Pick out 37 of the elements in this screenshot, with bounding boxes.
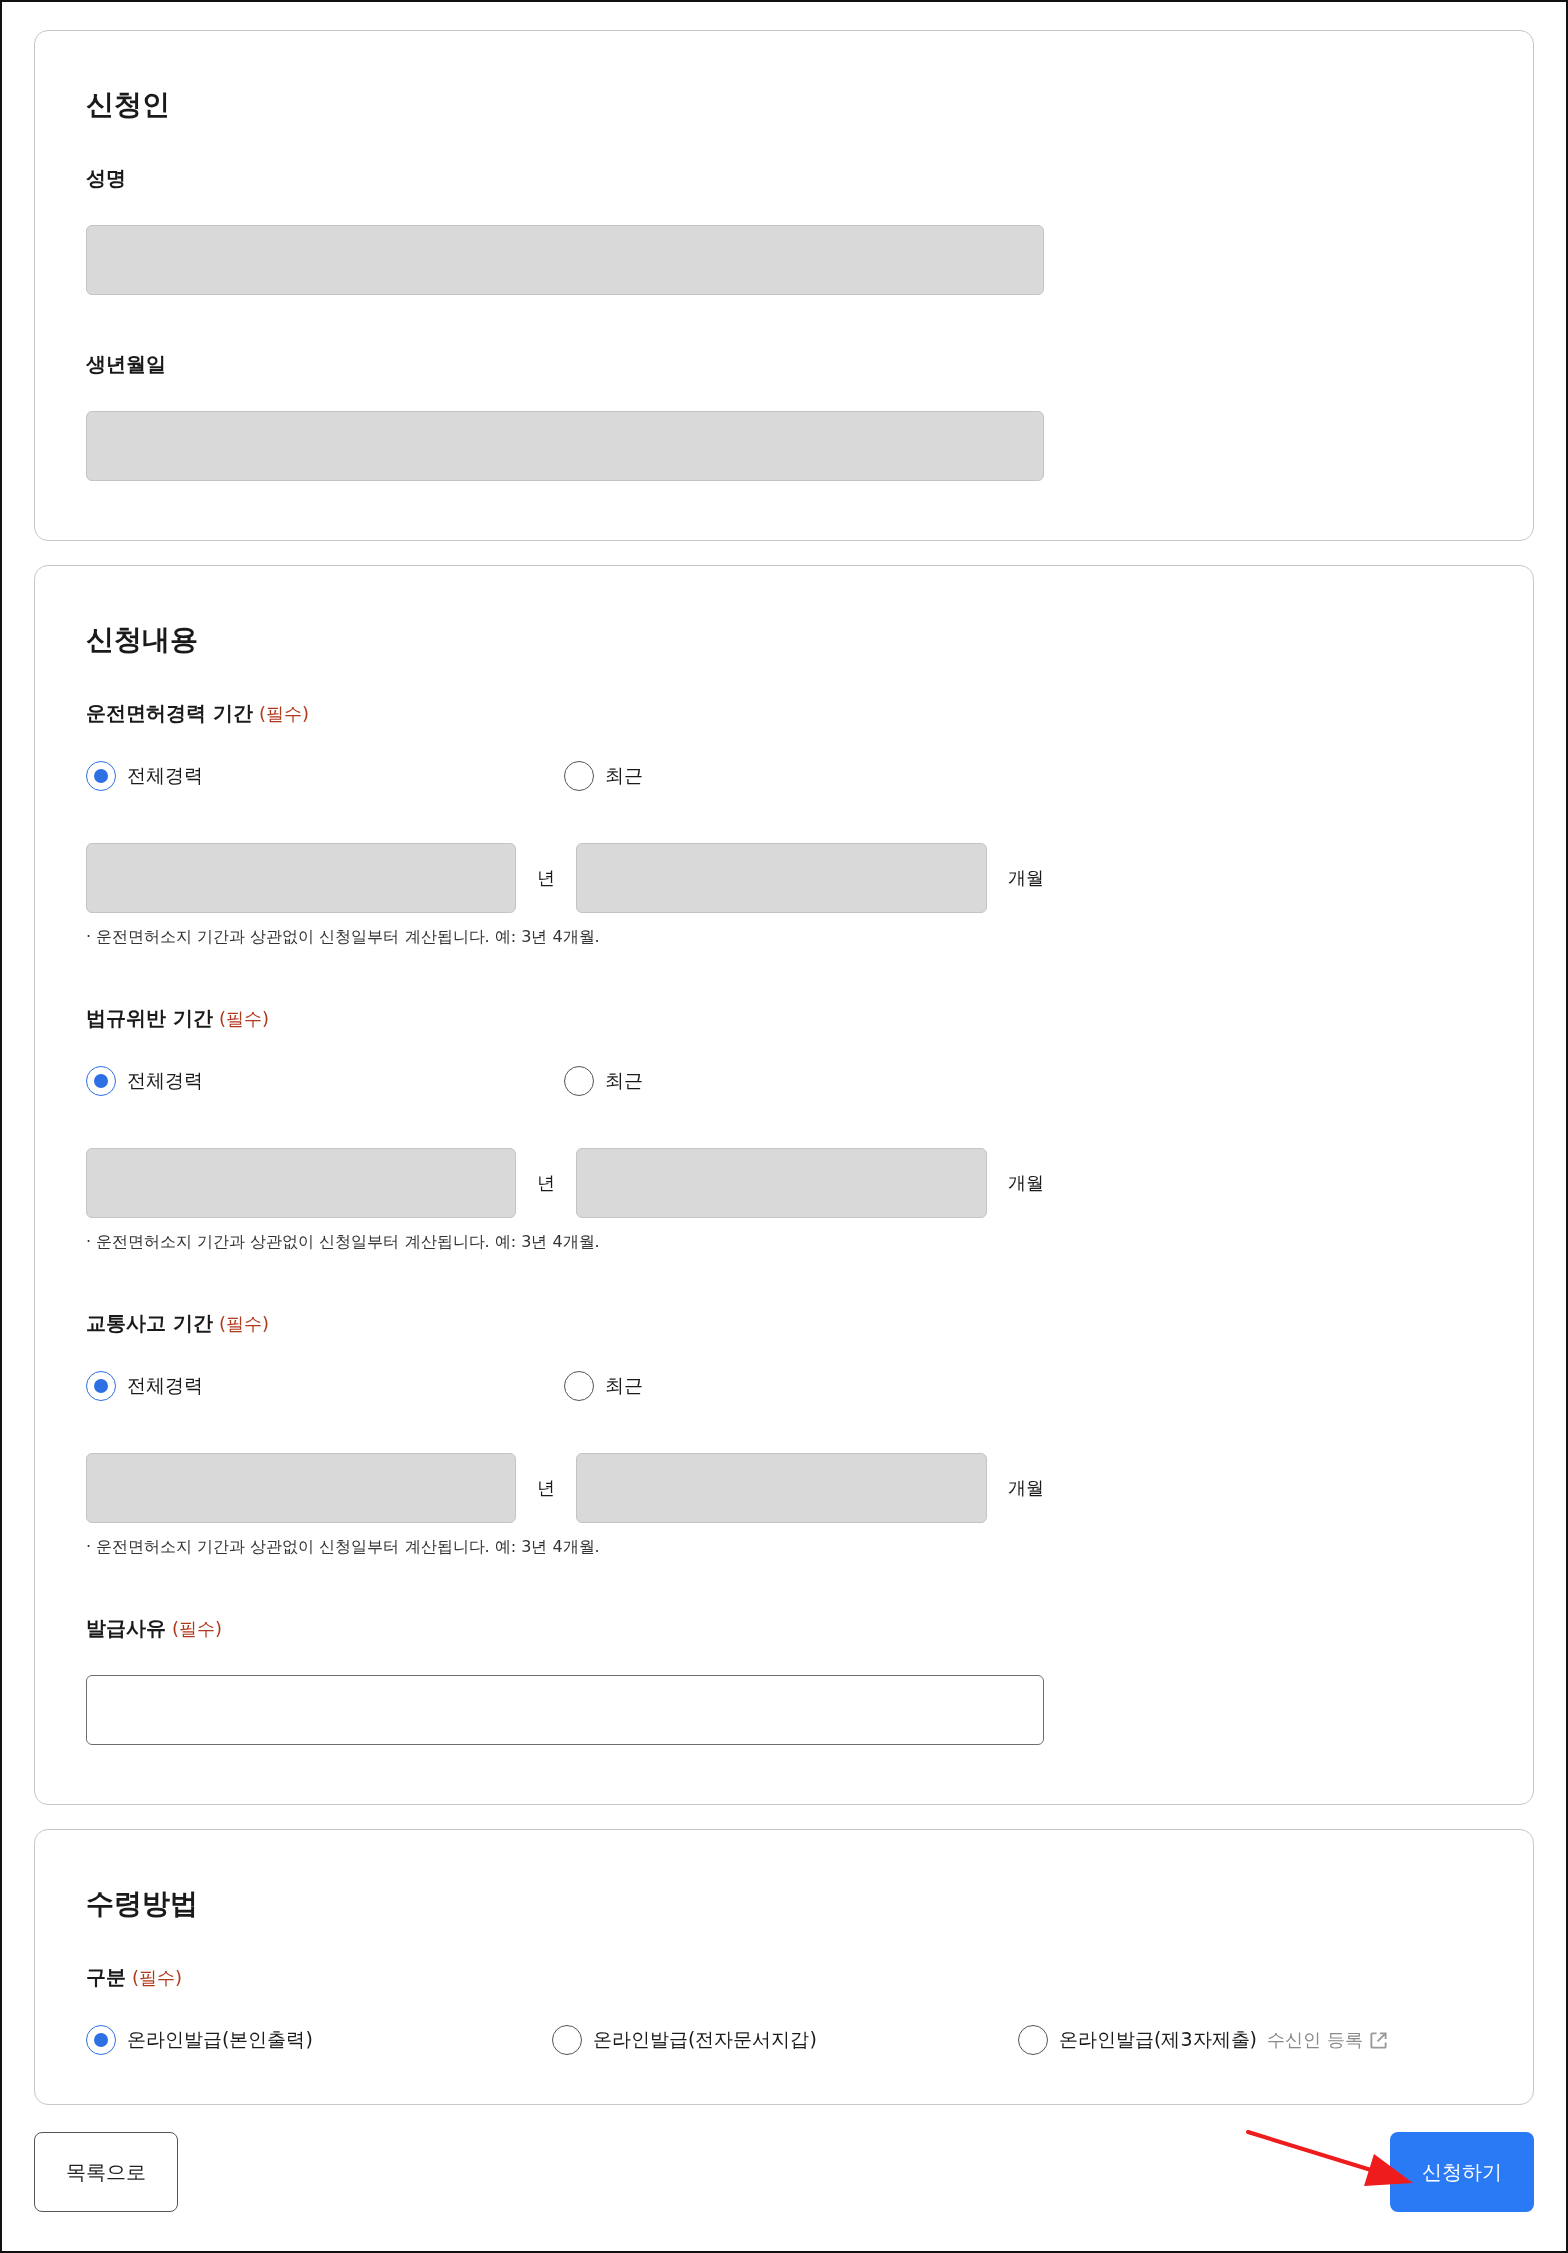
note-text: · 운전면허소지 기간과 상관없이 신청일부터 계산됩니다. 예: 3년 4개월. [86,926,601,948]
field-label: 법규위반 기간 [86,1005,213,1032]
radio-option[interactable]: 최근 [564,761,643,791]
radio-option[interactable]: 전체경력 [86,761,203,791]
unit-text: 개월 [1008,1171,1044,1195]
section-title: 신청인 [86,87,171,123]
field-label: 성명 [86,165,126,192]
unit-text: 개월 [1008,866,1044,890]
field-label: 발급사유 [86,1615,166,1642]
note-text: · 운전면허소지 기간과 상관없이 신청일부터 계산됩니다. 예: 3년 4개월. [86,1536,601,1558]
radio-option[interactable]: 온라인발급(본인출력) [86,2025,313,2055]
required-text: (필수) [132,1966,183,1990]
field-label: 구분 [86,1964,126,1991]
list-button[interactable]: 목록으로 [34,2132,178,2212]
unit-text: 년 [537,866,555,890]
submit-button[interactable]: 신청하기 [1390,2132,1534,2212]
field-label: 생년월일 [86,351,166,378]
external-link-icon [1368,2030,1388,2050]
radio-option[interactable]: 전체경력 [86,1371,203,1401]
required-text: (필수) [218,1312,269,1336]
radio-option[interactable]: 온라인발급(제3자제출) [1018,2025,1257,2055]
section-title: 신청내용 [86,622,199,658]
input-field[interactable] [86,1675,1044,1745]
required-text: (필수) [218,1007,269,1031]
radio-option[interactable]: 온라인발급(전자문서지갑) [552,2025,817,2055]
unit-text: 년 [537,1171,555,1195]
unit-text: 년 [537,1476,555,1500]
field-label: 교통사고 기간 [86,1310,213,1337]
required-text: (필수) [172,1617,223,1641]
section-title: 수령방법 [86,1886,199,1922]
note-text: · 운전면허소지 기간과 상관없이 신청일부터 계산됩니다. 예: 3년 4개월. [86,1231,601,1253]
required-text: (필수) [258,702,309,726]
field-label: 운전면허경력 기간 [86,700,253,727]
radio-option[interactable]: 전체경력 [86,1066,203,1096]
unit-text: 개월 [1008,1476,1044,1500]
radio-option[interactable]: 최근 [564,1066,643,1096]
radio-option[interactable]: 최근 [564,1371,643,1401]
